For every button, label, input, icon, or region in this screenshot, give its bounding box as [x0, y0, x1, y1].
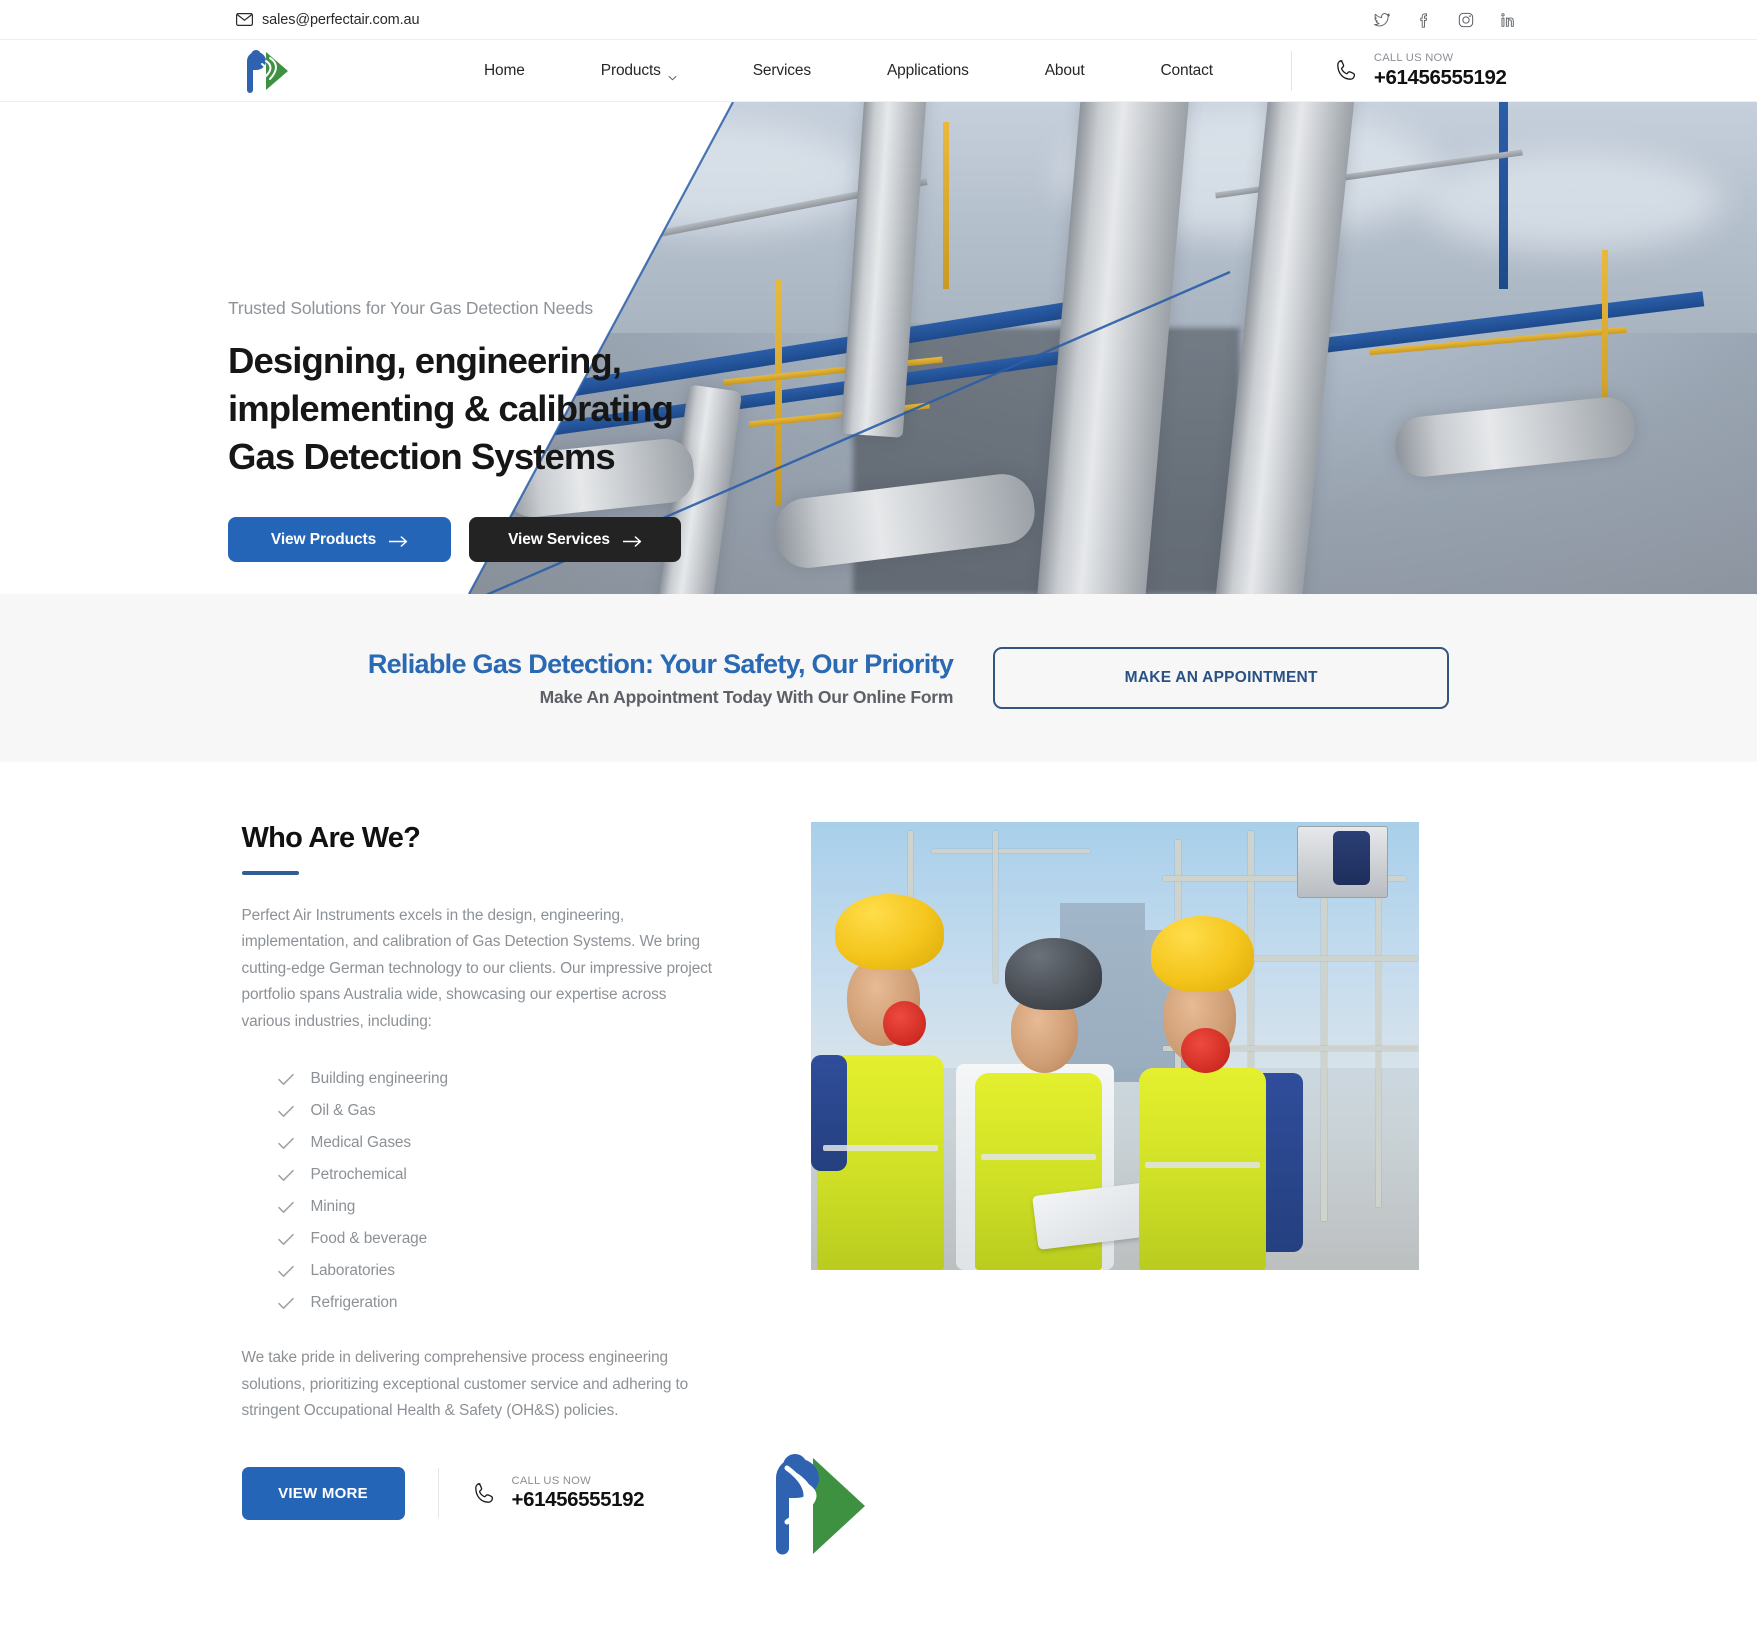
view-products-label: View Products — [270, 530, 377, 548]
arrow-right-icon — [622, 534, 642, 548]
who-paragraph-1: Perfect Air Instruments excels in the de… — [241, 907, 713, 1030]
list-item: Refrigeration — [277, 1287, 717, 1319]
who-call-label: CALL US NOW — [511, 1474, 591, 1487]
list-item: Oil & Gas — [277, 1095, 717, 1127]
topbar-email-group[interactable]: sales@perfectair.com.au — [236, 12, 420, 28]
twitter-icon[interactable] — [1373, 11, 1391, 29]
list-item: Food & beverage — [277, 1223, 717, 1255]
facebook-icon[interactable] — [1415, 11, 1433, 29]
list-item: Laboratories — [277, 1255, 717, 1287]
list-item-label: Laboratories — [310, 1262, 395, 1280]
phone-icon — [1334, 58, 1359, 83]
check-icon — [277, 1073, 294, 1086]
nav-label: Contact — [1160, 61, 1214, 79]
who-paragraph-2: We take pride in delivering comprehensiv… — [241, 1349, 689, 1420]
industries-list: Building engineering Oil & Gas Medical G… — [242, 1063, 717, 1319]
instagram-icon[interactable] — [1457, 11, 1475, 29]
list-item: Mining — [277, 1191, 717, 1223]
topbar-email-text: sales@perfectair.com.au — [262, 11, 420, 28]
watermark-logo — [757, 1444, 873, 1562]
hero-kicker: Trusted Solutions for Your Gas Detection… — [228, 298, 594, 318]
envelope-icon — [236, 13, 254, 27]
who-call-text: CALL US NOW +61456555192 — [511, 1474, 645, 1512]
list-item-label: Building engineering — [310, 1070, 449, 1088]
view-products-button[interactable]: View Products — [228, 517, 451, 563]
list-item: Medical Gases — [277, 1127, 717, 1159]
who-are-we-title: Who Are We? — [241, 822, 421, 854]
hero-title: Designing, engineering, implementing & c… — [228, 340, 674, 477]
main-navigation: Home Products Services Applications Abou… — [0, 40, 1757, 102]
phone-icon — [472, 1481, 497, 1506]
nav-item-about[interactable]: About — [1007, 62, 1123, 80]
appointment-subtitle: Make An Appointment Today With Our Onlin… — [539, 686, 954, 707]
appointment-title: Reliable Gas Detection: Your Safety, Our… — [367, 648, 954, 679]
appointment-banner: Reliable Gas Detection: Your Safety, Our… — [0, 594, 1757, 762]
site-logo[interactable] — [236, 44, 294, 98]
check-icon — [277, 1169, 294, 1182]
make-an-appointment-button[interactable]: MAKE AN APPOINTMENT — [993, 647, 1450, 709]
list-item-label: Oil & Gas — [310, 1102, 376, 1120]
arrow-right-icon — [388, 534, 408, 548]
check-icon — [277, 1137, 294, 1150]
view-services-button[interactable]: View Services — [469, 517, 681, 563]
nav-label: Products — [600, 61, 661, 79]
nav-label: Services — [752, 61, 811, 79]
hero-buttons: View Products View Services — [228, 517, 760, 563]
title-underline-rule — [241, 871, 299, 875]
check-icon — [277, 1265, 294, 1278]
who-call-block[interactable]: CALL US NOW +61456555192 — [472, 1474, 645, 1512]
view-services-label: View Services — [508, 530, 610, 548]
list-item-label: Refrigeration — [310, 1294, 398, 1312]
nav-links: Home Products Services Applications Abou… — [460, 62, 1251, 80]
list-item: Petrochemical — [277, 1159, 717, 1191]
nav-label: Home — [484, 61, 525, 79]
list-item: Building engineering — [277, 1063, 717, 1095]
nav-label: Applications — [886, 61, 969, 79]
hero-content: Trusted Solutions for Your Gas Detection… — [0, 102, 760, 563]
who-cta-row: VIEW MORE CALL US NOW +61456555192 — [241, 1466, 717, 1520]
list-item-label: Food & beverage — [310, 1230, 428, 1248]
check-icon — [277, 1105, 294, 1118]
who-are-we-section: Who Are We? Perfect Air Instruments exce… — [0, 762, 1757, 1640]
nav-divider — [1290, 50, 1292, 91]
nav-item-contact[interactable]: Contact — [1123, 62, 1251, 80]
view-more-button[interactable]: VIEW MORE — [241, 1466, 405, 1520]
who-are-we-content: Who Are We? Perfect Air Instruments exce… — [241, 822, 717, 1520]
team-photo — [810, 822, 1419, 1270]
nav-call-label: CALL US NOW — [1373, 51, 1454, 64]
list-item-label: Mining — [310, 1198, 356, 1216]
nav-call-text: CALL US NOW +61456555192 — [1373, 51, 1507, 89]
list-item-label: Medical Gases — [310, 1134, 412, 1152]
top-bar: sales@perfectair.com.au — [0, 0, 1757, 40]
nav-phone-number: +61456555192 — [1373, 65, 1507, 89]
check-icon — [277, 1297, 294, 1310]
hero-section: Trusted Solutions for Your Gas Detection… — [0, 102, 1757, 594]
who-are-we-media — [775, 822, 1524, 1555]
nav-call-block[interactable]: CALL US NOW +61456555192 — [1334, 51, 1507, 89]
check-icon — [277, 1233, 294, 1246]
check-icon — [277, 1201, 294, 1214]
list-item-label: Petrochemical — [310, 1166, 407, 1184]
nav-item-products[interactable]: Products — [563, 62, 715, 80]
social-links — [1373, 11, 1517, 29]
nav-item-home[interactable]: Home — [460, 62, 563, 80]
chevron-down-icon — [668, 68, 677, 80]
appointment-text: Reliable Gas Detection: Your Safety, Our… — [367, 648, 954, 708]
linkedin-icon[interactable] — [1499, 11, 1517, 29]
nav-label: About — [1044, 61, 1085, 79]
cta-divider — [437, 1468, 439, 1519]
who-phone-number: +61456555192 — [511, 1488, 645, 1512]
nav-item-services[interactable]: Services — [715, 62, 849, 80]
nav-item-applications[interactable]: Applications — [849, 62, 1007, 80]
